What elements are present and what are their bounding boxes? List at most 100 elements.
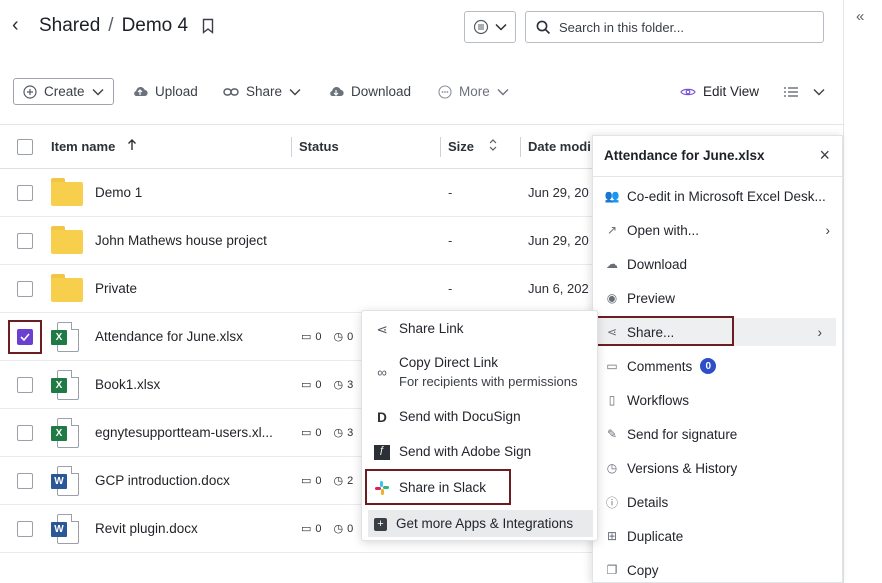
item-name[interactable]: Book1.xlsx [95, 377, 160, 392]
submenu-label: Send with Adobe Sign [399, 444, 532, 459]
breadcrumb-parent[interactable]: Shared [39, 15, 100, 37]
column-divider[interactable] [520, 137, 521, 157]
column-divider[interactable] [291, 137, 292, 157]
submenu-label: Copy Direct Link [399, 355, 499, 370]
back-arrow-icon[interactable]: ‹ [12, 14, 19, 37]
link-icon: ∞ [377, 365, 387, 380]
item-name[interactable]: Revit plugin.docx [95, 521, 198, 536]
submenu-share-link[interactable]: ⋖ Share Link [362, 321, 599, 338]
link-icon [223, 87, 239, 96]
menu-item-preview[interactable]: ◉ Preview [593, 284, 844, 312]
menu-item-comments[interactable]: ▭ Comments 0 [593, 352, 844, 380]
upload-label: Upload [155, 84, 198, 99]
menu-item-label: Versions & History [627, 460, 738, 476]
menu-item-label: Workflows [627, 392, 690, 408]
create-button[interactable]: Create [13, 78, 114, 105]
eye-icon [680, 88, 696, 95]
submenu-label: Get more Apps & Integrations [396, 516, 574, 531]
menu-item-copy[interactable]: ❐ Copy [593, 556, 844, 583]
menu-item-workflows[interactable]: ▯ Workflows [593, 386, 844, 414]
comment-count: 0 [315, 330, 322, 343]
row-checkbox[interactable] [17, 521, 33, 537]
row-checkbox[interactable] [17, 377, 33, 393]
version-icon: ◷ [333, 427, 344, 439]
collapse-panel-icon[interactable]: « [856, 8, 864, 25]
submenu-get-more-apps[interactable]: + Get more Apps & Integrations [368, 510, 593, 537]
row-checkbox[interactable] [17, 425, 33, 441]
close-icon[interactable]: × [819, 145, 830, 166]
download-button[interactable]: Download [328, 78, 411, 105]
edit-view-label: Edit View [703, 84, 760, 99]
word-file-icon: W [51, 466, 79, 496]
share-button[interactable]: Share [223, 78, 301, 105]
comment-count: 0 [315, 474, 322, 487]
menu-item-label: Comments [627, 358, 693, 374]
submenu-docusign[interactable]: D Send with DocuSign [362, 409, 599, 425]
column-header-name[interactable]: Item name [51, 139, 137, 154]
menu-item-versions-history[interactable]: ◷ Versions & History [593, 454, 844, 482]
comment-count: 0 [315, 378, 322, 391]
menu-item-label: Download [627, 256, 688, 272]
item-name[interactable]: John Mathews house project [95, 233, 267, 248]
submenu-adobe-sign[interactable]: ƒ Send with Adobe Sign [362, 444, 599, 460]
share-icon: ⋖ [376, 322, 388, 337]
share-label: Share [246, 84, 283, 99]
edit-view-button[interactable]: Edit View [680, 78, 759, 105]
more-label: More [459, 84, 490, 99]
co-edit-icon: 👥 [604, 189, 620, 203]
version-icon: ◷ [333, 331, 344, 343]
info-icon: ⓘ [605, 495, 618, 510]
bookmark-icon[interactable] [202, 18, 214, 37]
eye-icon: ◉ [606, 291, 618, 305]
search-input[interactable]: Search in this folder... [525, 11, 824, 43]
item-name[interactable]: GCP introduction.docx [95, 473, 230, 488]
menu-item-open-with[interactable]: ↗ Open with... › [593, 216, 844, 244]
column-header-date[interactable]: Date modi [528, 139, 591, 154]
comment-count: 0 [315, 522, 322, 535]
excel-file-icon: X [51, 418, 79, 448]
menu-item-co-edit[interactable]: 👥 Co-edit in Microsoft Excel Desk... [593, 182, 844, 210]
menu-item-download[interactable]: ☁ Download [593, 250, 844, 278]
row-checkbox[interactable] [17, 473, 33, 489]
menu-item-label: Preview [627, 290, 676, 306]
download-label: Download [351, 84, 412, 99]
version-count: 3 [347, 378, 354, 391]
version-count: 0 [347, 522, 354, 535]
comment-icon: ▭ [301, 475, 312, 487]
item-name[interactable]: Private [95, 281, 137, 296]
comment-icon: ▭ [301, 331, 312, 343]
row-checkbox[interactable] [17, 233, 33, 249]
list-view-toggle[interactable] [784, 78, 825, 105]
version-icon: ◷ [333, 379, 344, 391]
row-checkbox[interactable] [17, 185, 33, 201]
breadcrumb-separator: / [108, 15, 114, 36]
create-label: Create [44, 84, 85, 99]
folder-icon [51, 226, 83, 254]
column-name-label: Item name [51, 139, 116, 154]
chevron-down-icon [813, 88, 825, 95]
chevron-down-icon [289, 88, 301, 95]
column-header-status[interactable]: Status [299, 139, 339, 154]
item-actions-panel: Attendance for June.xlsx × 👥 Co-edit in M… [592, 135, 843, 583]
menu-item-duplicate[interactable]: ⊞ Duplicate [593, 522, 844, 550]
word-file-icon: W [51, 514, 79, 544]
view-selector[interactable] [464, 11, 516, 43]
submenu-copy-direct-link[interactable]: ∞ Copy Direct Link For recipients with pe… [362, 355, 599, 389]
menu-item-details[interactable]: ⓘ Details [593, 488, 844, 516]
comment-icon: ▭ [301, 523, 312, 535]
list-icon [784, 86, 798, 97]
item-name[interactable]: Attendance for June.xlsx [95, 329, 243, 344]
comment-icon: ▭ [606, 359, 618, 373]
row-checkbox[interactable] [17, 281, 33, 297]
menu-item-send-for-signature[interactable]: ✎ Send for signature [593, 420, 844, 448]
sort-toggle-icon [489, 139, 497, 151]
item-name[interactable]: egnytesupportteam-users.xl... [95, 425, 273, 440]
more-button[interactable]: More [438, 78, 509, 105]
item-name[interactable]: Demo 1 [95, 185, 142, 200]
selection-highlight [8, 320, 42, 354]
select-all-checkbox[interactable] [17, 139, 33, 155]
column-header-size[interactable]: Size [448, 139, 498, 154]
open-external-icon: ↗ [606, 223, 618, 237]
upload-button[interactable]: Upload [132, 78, 198, 105]
column-divider[interactable] [440, 137, 441, 157]
